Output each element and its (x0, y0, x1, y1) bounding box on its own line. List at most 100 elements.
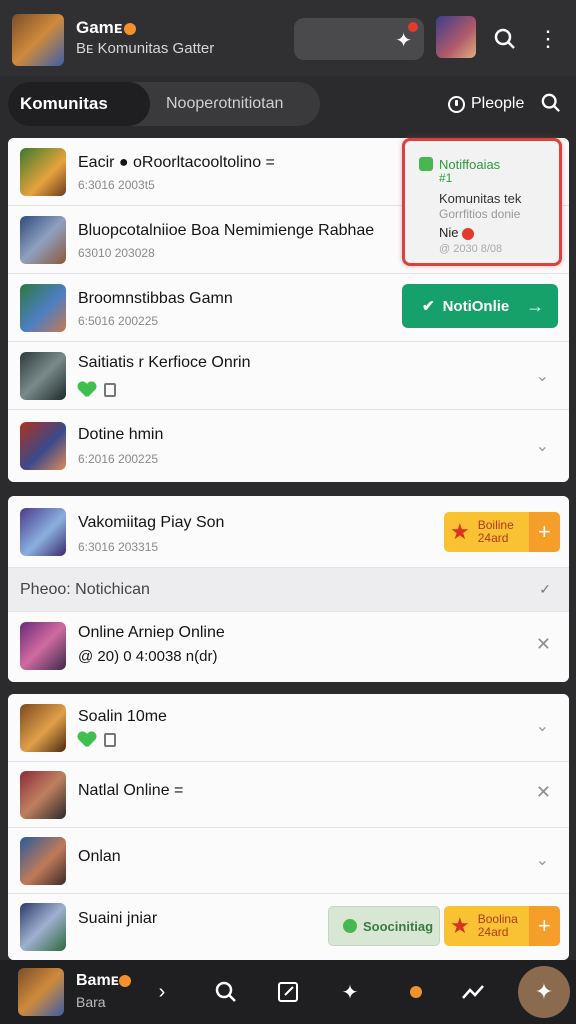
heart-icon (78, 732, 96, 748)
thumbs-up-icon (104, 383, 116, 397)
list-item[interactable]: Online Arniep Online @ 20) 0 4:0038 n(dr… (8, 612, 569, 682)
item-title: Bluopcotalniioe Boa Nemimienge Rabhae (78, 222, 375, 239)
game-avatar[interactable] (436, 16, 476, 58)
more-vertical-icon[interactable]: ⋮ (534, 24, 562, 54)
search-icon[interactable] (540, 90, 562, 116)
online-list-card: Soalin 10me ⌄ Natlal Online = ✕ Onlan ⌄ … (8, 694, 569, 960)
avatar (20, 837, 66, 885)
star-icon: ★ (450, 519, 470, 544)
plus-icon[interactable]: + (528, 906, 560, 946)
notification-popup[interactable]: Notiffoaias #1 Komunitas tek Gorrfitios … (402, 138, 562, 266)
avatar (20, 508, 66, 556)
socializing-icon (343, 919, 357, 933)
chevron-down-icon[interactable]: ⌄ (536, 716, 549, 736)
item-title: Dotine hmin (78, 426, 164, 443)
tab-other[interactable]: Noopeɾotnitiotan (150, 82, 320, 126)
status-dot (410, 986, 422, 998)
tabs-bar: Komunitas Noopeɾotnitiotan Pleople (0, 76, 576, 132)
notification-title: Notiffoaias (439, 157, 501, 172)
section-title: Pheoo: Notichican (20, 580, 150, 598)
plus-icon[interactable]: + (528, 512, 560, 552)
item-time: 6:3016 2003t5 (78, 178, 155, 192)
sparkle-icon: ✦ (534, 979, 554, 1004)
app-header: Gamᴇ Bᴇ Komunitas Gatter ✦ ⋮ (0, 0, 576, 76)
activity-icon[interactable] (458, 976, 490, 1008)
app-avatar[interactable] (12, 14, 64, 66)
notification-icon (419, 157, 433, 171)
close-icon[interactable]: ✕ (536, 782, 551, 803)
item-title: Suaini jniar (78, 910, 158, 927)
status-dot (124, 22, 137, 35)
chevron-right-icon[interactable]: › (146, 976, 178, 1008)
notification-card: Vakomiitag Piay Son 6:3016 203315 ★ Boil… (8, 496, 569, 682)
socializing-button[interactable]: Soocinitiag (328, 906, 440, 946)
compose-fab[interactable]: ✦ (518, 966, 570, 1018)
reward-label: Boiline 24ard (477, 518, 514, 545)
list-item[interactable]: Suaini jniar Soocinitiag ★ Boolina 24ard… (8, 894, 569, 960)
heart-icon (78, 382, 96, 398)
close-icon[interactable]: ✕ (536, 634, 551, 655)
notification-time: @ 2030 8/08 (439, 243, 503, 255)
socializing-label: Soocinitiag (363, 918, 434, 934)
notification-count: #1 (439, 171, 453, 185)
notify-online-button[interactable]: ✔ NotiOnlie → (402, 284, 558, 328)
arrow-right-icon: → (526, 295, 544, 316)
thumbs-up-icon (104, 733, 116, 747)
search-icon[interactable] (210, 976, 242, 1008)
chevron-down-icon[interactable]: ⌄ (536, 850, 549, 870)
avatar (20, 216, 66, 264)
edit-icon[interactable] (272, 976, 304, 1008)
chevron-down-icon[interactable]: ⌄ (536, 366, 549, 386)
list-item[interactable]: Soalin 10me ⌄ (8, 694, 569, 762)
notify-online-label: NotiOnlie (442, 297, 510, 315)
list-item[interactable]: Broomnstibbas Gamn 6:5016 200225 ✔ NotiO… (8, 274, 569, 342)
search-icon[interactable] (490, 24, 520, 54)
item-title: Natlal Online = (78, 782, 184, 799)
avatar (20, 148, 66, 196)
avatar (20, 771, 66, 819)
reaction-icons (78, 732, 116, 748)
check-icon: ✔ (422, 298, 435, 315)
item-time: 6:5016 200225 (78, 314, 159, 328)
item-title: Soalin 10me (78, 708, 167, 725)
notification-subtext: Gorrfitios donie (439, 207, 521, 221)
status-dot (118, 974, 131, 987)
notification-text: Nie (439, 225, 475, 240)
item-time: @ 20) 0 4:0038 n(dr) (78, 648, 218, 665)
list-item[interactable]: Vakomiitag Piay Son 6:3016 203315 ★ Boil… (8, 496, 569, 568)
alert-icon (462, 227, 475, 240)
bottom-bar: Bamᴇ Bara › ✦ (0, 960, 576, 1024)
item-title: Vakomiitag Piay Son (78, 514, 225, 531)
sparkle-icon[interactable]: ✦ (334, 976, 366, 1008)
item-title: Broomnstibbas Gamn (78, 290, 233, 307)
avatar (20, 704, 66, 752)
people-button[interactable]: Pleople (448, 90, 524, 118)
list-item[interactable]: Dotine hmin 6:2016 200225 ⌄ (8, 410, 569, 482)
people-label: Pleople (471, 95, 525, 112)
list-item[interactable]: Saitiatis r Kerfioce Onrin ⌄ (8, 342, 569, 410)
list-item[interactable]: Onlan ⌄ (8, 828, 569, 894)
item-title: Saitiatis r Kerfioce Onrin (78, 354, 251, 371)
check-icon[interactable]: ✓ (539, 581, 551, 598)
item-time: 6:3016 203315 (78, 540, 159, 554)
avatar (20, 352, 66, 400)
list-item[interactable]: Natlal Online = ✕ (8, 762, 569, 828)
bottom-title: Bamᴇ (76, 972, 131, 990)
avatar (20, 622, 66, 670)
star-icon: ★ (450, 913, 470, 938)
user-avatar[interactable] (18, 968, 64, 1016)
avatar (20, 903, 66, 951)
tab-komunitas[interactable]: Komunitas (8, 82, 150, 126)
notification-badge (408, 22, 418, 32)
avatar (20, 284, 66, 332)
online-reward-button[interactable]: ★ Boiline 24ard + (444, 512, 560, 552)
search-field[interactable]: ✦ (294, 18, 424, 60)
item-title: Online Arniep Online (78, 624, 225, 641)
app-title: Gamᴇ (76, 18, 137, 38)
chevron-down-icon[interactable]: ⌄ (536, 436, 549, 456)
notification-text: Komunitas tek (439, 191, 522, 206)
online-reward-button[interactable]: ★ Boolina 24ard + (444, 906, 560, 946)
section-header: Pheoo: Notichican ✓ (8, 568, 569, 612)
sparkle-icon[interactable]: ✦ (395, 28, 412, 53)
app-subtitle: Bᴇ Komunitas Gatter (76, 40, 215, 57)
